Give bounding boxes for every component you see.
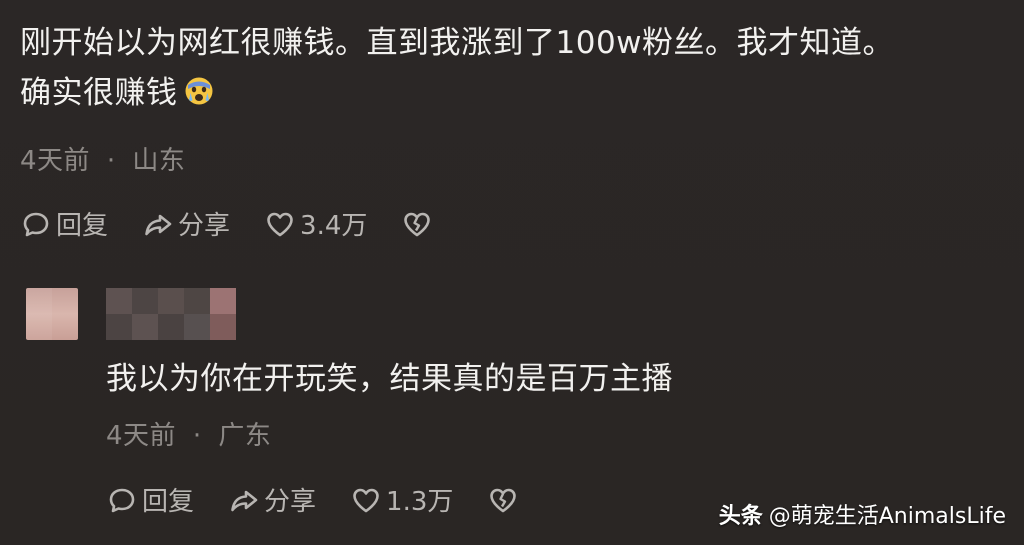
username-blurred[interactable] <box>106 288 236 340</box>
heart-icon <box>353 488 379 512</box>
comment-2-text: 我以为你在开玩笑，结果真的是百万主播 <box>106 361 673 397</box>
share-arrow-icon <box>145 214 172 235</box>
comment-1-share-button[interactable]: 分享 <box>142 205 230 242</box>
share-label: 分享 <box>264 487 317 517</box>
comment-2-like-button[interactable]: 1.3万 <box>350 481 453 518</box>
comment-2-share-button[interactable]: 分享 <box>228 481 316 518</box>
comment-1-meta: 4天前 · 山东 <box>20 140 185 177</box>
share-arrow-icon <box>231 490 258 511</box>
watermark-handle: @萌宠生活AnimalsLife <box>768 504 1006 529</box>
like-count: 3.4万 <box>300 211 368 241</box>
meta-separator: · <box>192 421 202 451</box>
comment-1-line-1: 刚开始以为网红很赚钱。直到我涨到了100w粉丝。我才知道。 <box>20 25 895 61</box>
like-count: 1.3万 <box>386 487 454 517</box>
comment-1-reply-button[interactable]: 回复 <box>20 205 108 242</box>
avatar[interactable] <box>26 288 78 340</box>
comment-2-meta: 4天前 · 广东 <box>106 415 271 452</box>
comment-1-location: 山东 <box>132 146 186 176</box>
comment-2-actions: 回复 分享 1.3万 <box>106 481 557 518</box>
comment-2-time: 4天前 <box>106 421 177 451</box>
comment-1-line-2: 确实很赚钱 <box>20 68 894 118</box>
share-label: 分享 <box>178 211 231 241</box>
comment-1-actions: 回复 分享 3.4万 <box>20 205 471 242</box>
comment-1-text: 刚开始以为网红很赚钱。直到我涨到了100w粉丝。我才知道。 确实很赚钱 <box>20 18 894 118</box>
reply-label: 回复 <box>56 211 109 241</box>
meta-separator: · <box>106 146 116 176</box>
comment-1-dislike-button[interactable] <box>401 208 437 240</box>
watermark: 头条 @萌宠生活AnimalsLife <box>719 498 1006 530</box>
comment-2-dislike-button[interactable] <box>487 484 523 516</box>
comment-2-reply-button[interactable]: 回复 <box>106 481 194 518</box>
comment-1-time: 4天前 <box>20 146 91 176</box>
comment-2-location: 广东 <box>218 421 272 451</box>
crying-face-emoji-icon <box>185 77 212 105</box>
broken-heart-icon <box>404 212 431 236</box>
comment-1-like-button[interactable]: 3.4万 <box>264 205 367 242</box>
broken-heart-icon <box>490 488 517 512</box>
heart-icon <box>267 212 293 236</box>
comment-bubble-icon <box>109 488 135 512</box>
watermark-brand: 头条 <box>718 504 763 529</box>
reply-label: 回复 <box>142 487 195 517</box>
comment-bubble-icon <box>23 212 49 236</box>
